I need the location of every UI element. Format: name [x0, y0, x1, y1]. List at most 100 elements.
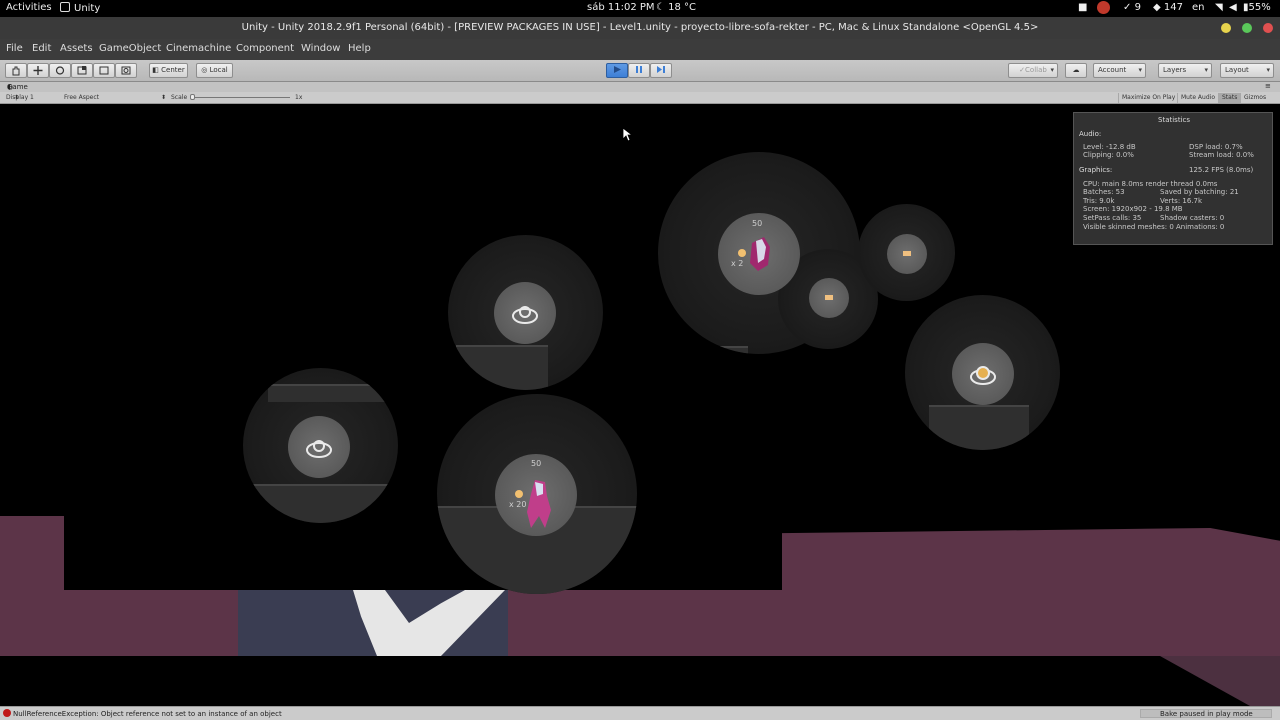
volume-icon[interactable]: ◀: [1229, 2, 1237, 13]
step-icon: [657, 66, 665, 73]
layers-dropdown[interactable]: Layers: [1158, 63, 1212, 78]
battery-indicator[interactable]: ▮55%: [1243, 2, 1271, 13]
pivot-label: Center: [161, 66, 185, 74]
stats-level: Level: -12.8 dB: [1083, 143, 1136, 151]
player-1-multiplier: x 2: [731, 259, 744, 268]
layout-dropdown[interactable]: Layout: [1220, 63, 1274, 78]
clock[interactable]: sáb 11:02 PM: [587, 2, 655, 13]
pickup-orb: [809, 278, 849, 318]
game-tab-label: Game: [7, 83, 28, 91]
transform-icon: [121, 66, 131, 75]
display-arrow-icon: ⬍: [14, 94, 20, 101]
pivot-toggle[interactable]: ◧ Center: [149, 63, 188, 78]
stats-stream: Stream load: 0.0%: [1189, 151, 1254, 159]
spawn-pod-icon: [970, 366, 996, 385]
spawn-pod-icon: [512, 306, 538, 324]
scale-value: 1x: [295, 94, 303, 101]
pivot-icon: ◧: [152, 66, 159, 74]
bake-status: Bake paused in play mode: [1160, 710, 1253, 718]
scale-slider-track[interactable]: [190, 97, 290, 98]
stats-cpu: CPU: main 8.0ms render thread 0.0ms: [1083, 180, 1218, 188]
input-language[interactable]: en: [1192, 2, 1205, 13]
rotate-tool-button[interactable]: [49, 63, 71, 78]
scale-slider-handle[interactable]: [190, 94, 195, 100]
rect-tool-button[interactable]: [93, 63, 115, 78]
rotate-icon: [55, 66, 65, 75]
play-icon: [614, 66, 621, 73]
minimize-button[interactable]: [1221, 23, 1231, 33]
step-button[interactable]: [650, 63, 672, 78]
aspect-label: Free Aspect: [64, 94, 100, 101]
stats-saved: Saved by batching: 21: [1160, 188, 1239, 196]
menu-gameobject[interactable]: GameObject: [99, 43, 161, 54]
stats-setpass: SetPass calls: 35: [1083, 214, 1142, 222]
maximize-on-play-toggle[interactable]: Maximize On Play: [1118, 93, 1178, 103]
spawn-orb: [288, 416, 350, 478]
menu-assets[interactable]: Assets: [60, 43, 93, 54]
menu-window[interactable]: Window: [301, 43, 340, 54]
mute-audio-toggle[interactable]: Mute Audio: [1177, 93, 1218, 103]
menu-file[interactable]: File: [6, 43, 23, 54]
stats-graphics-heading: Graphics:: [1079, 166, 1113, 174]
platform: [714, 346, 748, 354]
space-label: Local: [209, 66, 228, 74]
game-view-controls: Display 1 ⬍ Free Aspect ⬍ Scale 1x Maximi…: [0, 92, 1280, 104]
stats-tris: Tris: 9.0k: [1083, 197, 1115, 205]
game-viewport[interactable]: 50 x 2 50 x 20 Statistics Audio: Level: …: [0, 104, 1280, 706]
spawn-orb: [952, 343, 1014, 405]
stats-verts: Verts: 16.7k: [1160, 197, 1203, 205]
stats-audio-heading: Audio:: [1079, 130, 1102, 138]
pit: [64, 516, 782, 590]
stats-toggle[interactable]: Stats: [1218, 93, 1241, 103]
scale-tool-button[interactable]: [71, 63, 93, 78]
wifi-icon[interactable]: ◥: [1215, 2, 1223, 13]
menu-help[interactable]: Help: [348, 43, 371, 54]
app-menu[interactable]: Unity: [60, 2, 100, 14]
mouse-cursor-icon: [622, 127, 632, 142]
collab-dropdown[interactable]: ✓Collab: [1008, 63, 1058, 78]
menu-edit[interactable]: Edit: [32, 43, 51, 54]
move-tool-button[interactable]: [27, 63, 49, 78]
gnome-top-bar: Activities Unity sáb 11:02 PM ☾ 18 °C ■ …: [0, 0, 1280, 17]
pickup-icon: [903, 251, 911, 256]
updates-indicator[interactable]: ✓ 9: [1123, 2, 1141, 13]
move-icon: [33, 66, 43, 75]
weather[interactable]: ☾ 18 °C: [656, 2, 696, 13]
close-button[interactable]: [1263, 23, 1273, 33]
error-icon: [3, 709, 11, 717]
panel-menu-icon[interactable]: ≡: [1265, 82, 1271, 90]
menu-component[interactable]: Component: [236, 43, 294, 54]
platform: [929, 405, 1029, 450]
pause-icon: [636, 66, 642, 73]
account-dropdown[interactable]: Account: [1093, 63, 1146, 78]
status-bar[interactable]: NullReferenceException: Object reference…: [0, 706, 1280, 720]
update-icon[interactable]: [1097, 1, 1110, 14]
cloud-button[interactable]: ☁: [1065, 63, 1087, 78]
layout-label: Layout: [1225, 66, 1249, 74]
window-title-bar[interactable]: Unity - Unity 2018.2.9f1 Personal (64bit…: [0, 17, 1280, 39]
stats-skinned: Visible skinned meshes: 0 Animations: 0: [1083, 223, 1225, 231]
gizmos-toggle[interactable]: Gizmos: [1240, 93, 1269, 103]
shield-count: 147: [1163, 2, 1183, 13]
trash-icon[interactable]: ■: [1078, 2, 1087, 13]
menu-cinemachine[interactable]: Cinemachine: [166, 43, 231, 54]
stats-shadow: Shadow casters: 0: [1160, 214, 1225, 222]
platform: [456, 345, 548, 390]
space-toggle[interactable]: ◎ Local: [196, 63, 233, 78]
maximize-button[interactable]: [1242, 23, 1252, 33]
console-error-message[interactable]: NullReferenceException: Object reference…: [13, 710, 282, 718]
play-button[interactable]: [606, 63, 628, 78]
shield-indicator[interactable]: ◆ 147: [1153, 2, 1183, 13]
pause-button[interactable]: [628, 63, 650, 78]
hand-tool-button[interactable]: [5, 63, 27, 78]
hand-icon: [12, 66, 20, 76]
stats-screen: Screen: 1920x902 - 19.8 MB: [1083, 205, 1183, 213]
transform-tool-button[interactable]: [115, 63, 137, 78]
platform: [248, 484, 393, 523]
weather-temp: 18 °C: [668, 2, 697, 13]
spawn-pod-icon: [306, 440, 332, 458]
updates-count: 9: [1134, 2, 1141, 13]
activities-button[interactable]: Activities: [6, 2, 52, 13]
lower-dark: [0, 656, 1280, 706]
player-2-score: 50: [531, 459, 542, 468]
